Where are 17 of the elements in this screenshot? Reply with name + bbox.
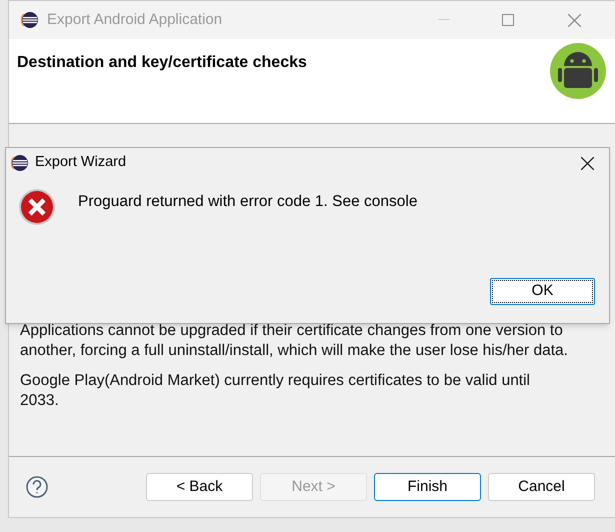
- ok-button[interactable]: OK: [490, 278, 595, 305]
- eclipse-icon: [21, 11, 39, 29]
- info-paragraph: Applications cannot be upgraded if their certificate changes from one version to another, forcing a full uninstall/install, which will make the user lose his/her data.: [20, 321, 569, 361]
- info-paragraph: Google Play(Android Market) currently requires certificates to be valid until 2033.: [20, 371, 532, 411]
- wizard-button[interactable]: < Back: [146, 473, 253, 501]
- error-message: Proguard returned with error code 1. See console: [78, 192, 418, 212]
- error-icon: [18, 188, 56, 226]
- window-title: Export Android Application: [47, 10, 222, 30]
- help-icon[interactable]: [26, 476, 48, 498]
- android-logo-icon: [549, 42, 607, 100]
- wizard-button[interactable]: Cancel: [488, 473, 595, 501]
- eclipse-icon: [11, 154, 29, 172]
- dialog-title: Export Wizard: [35, 153, 126, 172]
- maximize-icon[interactable]: [502, 14, 514, 26]
- wizard-button[interactable]: Finish: [374, 473, 481, 501]
- page-heading: Destination and key/certificate checks: [17, 53, 307, 73]
- close-icon[interactable]: [581, 156, 594, 170]
